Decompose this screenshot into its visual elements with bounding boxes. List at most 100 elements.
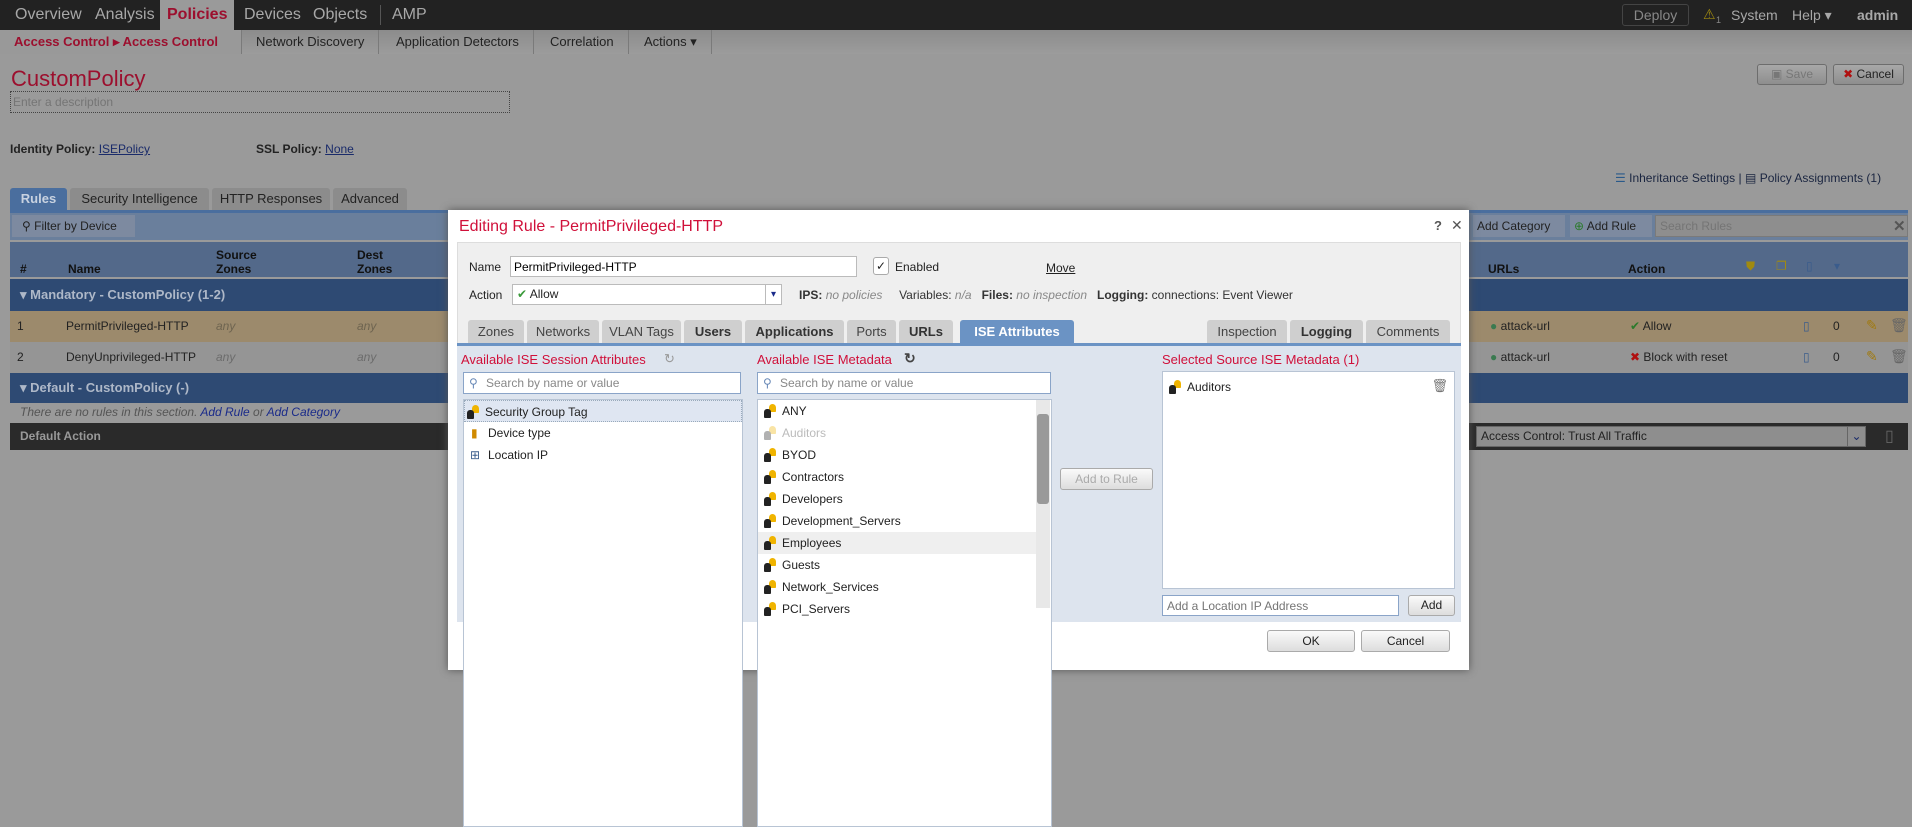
location-ip-input[interactable] xyxy=(1162,595,1399,616)
edit-icon[interactable]: ✎ xyxy=(1866,317,1878,334)
description-input[interactable] xyxy=(10,91,510,113)
list-item[interactable]: Guests xyxy=(762,554,820,576)
empty-add-category-link[interactable]: Add Category xyxy=(267,405,340,419)
globe-icon: ● xyxy=(1490,319,1498,333)
block-x-icon: ✖ xyxy=(1630,350,1641,364)
nav-amp[interactable]: AMP xyxy=(385,0,434,30)
list-item-label: Employees xyxy=(782,536,842,550)
policy-assignments-link[interactable]: Policy Assignments (1) xyxy=(1760,171,1881,185)
list-item[interactable]: PCI_Servers xyxy=(762,598,850,620)
delete-icon[interactable]: 🗑 xyxy=(1890,317,1908,334)
scrollbar[interactable] xyxy=(1036,400,1050,608)
edit-rule-dialog: Editing Rule - PermitPrivileged-HTTP ? ✕… xyxy=(448,210,1469,827)
nav-user[interactable]: admin ▾ xyxy=(1850,0,1912,53)
scrollbar-thumb[interactable] xyxy=(1037,414,1049,504)
tab-http-responses[interactable]: HTTP Responses xyxy=(212,188,330,210)
filter-by-device-button[interactable]: ⚲ Filter by Device xyxy=(12,215,135,237)
subnav-correlation[interactable]: Correlation xyxy=(536,30,629,54)
allow-check-icon: ✔ xyxy=(1630,319,1641,333)
default-action-select[interactable]: Access Control: Trust All Traffic ⌄ xyxy=(1476,426,1866,447)
tab-ise-attributes[interactable]: ISE Attributes xyxy=(960,320,1074,343)
add-location-button[interactable]: Add xyxy=(1408,595,1455,616)
clear-search-icon[interactable]: ✕ xyxy=(1893,217,1906,235)
tab-security-intelligence[interactable]: Security Intelligence xyxy=(70,188,209,210)
list-item[interactable]: Auditors xyxy=(1167,376,1231,398)
tab-inspection[interactable]: Inspection xyxy=(1207,320,1287,343)
deploy-button[interactable]: Deploy xyxy=(1622,4,1689,26)
inheritance-settings-link[interactable]: Inheritance Settings xyxy=(1629,171,1735,185)
section-default-label: Default - CustomPolicy (-) xyxy=(30,380,190,395)
files-icon: ❐ xyxy=(1776,259,1787,273)
policy-assignments-icon: ▤ xyxy=(1745,171,1757,185)
tab-vlan-tags[interactable]: VLAN Tags xyxy=(602,320,681,343)
empty-add-rule-link[interactable]: Add Rule xyxy=(200,405,249,419)
tab-logging[interactable]: Logging xyxy=(1290,320,1363,343)
add-icon: ⊕ xyxy=(1574,219,1585,233)
list-item[interactable]: Auditors xyxy=(762,422,826,444)
list-item[interactable]: Contractors xyxy=(762,466,844,488)
list-item[interactable]: ▮ Device type xyxy=(468,422,551,444)
subnav-network-discovery[interactable]: Network Discovery xyxy=(242,30,380,54)
add-rule-button[interactable]: ⊕ Add Rule xyxy=(1570,215,1652,237)
nav-system[interactable]: System xyxy=(1724,0,1785,30)
refresh-icon[interactable]: ↻ xyxy=(664,351,675,367)
tab-ports[interactable]: Ports xyxy=(847,320,896,343)
tab-users[interactable]: Users xyxy=(684,320,742,343)
nav-policies[interactable]: Policies xyxy=(160,0,235,30)
row-count: 0 xyxy=(1833,350,1840,364)
nav-analysis[interactable]: Analysis xyxy=(88,0,162,30)
breadcrumb[interactable]: Access Control ▸ Access Control xyxy=(0,30,242,54)
close-icon[interactable]: ✕ xyxy=(1451,217,1463,234)
tab-comments[interactable]: Comments xyxy=(1366,320,1450,343)
list-item[interactable]: Network_Services xyxy=(762,576,879,598)
search-rules-input[interactable] xyxy=(1655,215,1908,237)
list-item[interactable]: Security Group Tag xyxy=(464,400,742,422)
list-item[interactable]: Development_Servers xyxy=(762,510,901,532)
list-item[interactable]: ⊞ Location IP xyxy=(468,444,548,466)
metadata-search-input[interactable]: ⚲ Search by name or value xyxy=(757,372,1051,394)
edit-icon[interactable]: ✎ xyxy=(1866,348,1878,365)
subnav-application-detectors[interactable]: Application Detectors xyxy=(382,30,534,54)
nav-devices[interactable]: Devices xyxy=(237,0,308,30)
rule-name-input[interactable] xyxy=(510,256,857,277)
tab-urls[interactable]: URLs xyxy=(899,320,953,343)
refresh-icon[interactable]: ↻ xyxy=(904,350,916,367)
session-search-input[interactable]: ⚲ Search by name or value xyxy=(463,372,741,394)
help-icon[interactable]: ? xyxy=(1434,218,1442,233)
save-button[interactable]: ▣ Save xyxy=(1757,64,1827,85)
breadcrumb-2[interactable]: Access Control xyxy=(123,34,218,49)
tab-rules[interactable]: Rules xyxy=(10,188,67,210)
add-category-button[interactable]: Add Category xyxy=(1473,215,1565,237)
delete-icon[interactable]: 🗑 xyxy=(1890,348,1908,365)
subnav-actions[interactable]: Actions ▾ xyxy=(630,30,712,54)
lock-icon xyxy=(764,448,776,462)
tab-networks[interactable]: Networks xyxy=(527,320,599,343)
chevron-down-icon[interactable]: ▾ xyxy=(765,285,781,304)
default-action-log-icon[interactable]: ▯ xyxy=(1885,426,1894,446)
tab-applications[interactable]: Applications xyxy=(745,320,844,343)
nav-objects[interactable]: Objects xyxy=(306,0,374,30)
list-item[interactable]: Developers xyxy=(762,488,843,510)
cancel-button[interactable]: ✖ Cancel xyxy=(1833,64,1904,85)
action-select[interactable]: ✔ Allow ▾ xyxy=(512,284,782,305)
list-item[interactable]: Employees xyxy=(758,532,1036,554)
breadcrumb-1[interactable]: Access Control xyxy=(14,34,109,49)
ok-button[interactable]: OK xyxy=(1267,630,1355,652)
list-item[interactable]: ANY xyxy=(762,400,807,422)
warning-icon[interactable]: ⚠ xyxy=(1703,6,1716,23)
delete-icon[interactable]: 🗑 xyxy=(1431,378,1448,394)
identity-policy-label: Identity Policy: xyxy=(10,142,96,156)
tab-zones[interactable]: Zones xyxy=(468,320,524,343)
row-url-label: attack-url xyxy=(1500,350,1550,364)
tab-advanced[interactable]: Advanced xyxy=(333,188,407,210)
identity-policy-link[interactable]: ISEPolicy xyxy=(99,142,150,156)
list-item[interactable]: BYOD xyxy=(762,444,816,466)
nav-help[interactable]: Help ▾ xyxy=(1785,0,1839,30)
dialog-cancel-button[interactable]: Cancel xyxy=(1361,630,1450,652)
ssl-policy-link[interactable]: None xyxy=(325,142,354,156)
enabled-checkbox[interactable]: ✓ xyxy=(873,257,889,275)
add-to-rule-button[interactable]: Add to Rule xyxy=(1060,468,1153,490)
nav-overview[interactable]: Overview xyxy=(8,0,89,30)
chevron-down-icon[interactable]: ⌄ xyxy=(1847,427,1865,446)
move-link[interactable]: Move xyxy=(1046,261,1075,275)
